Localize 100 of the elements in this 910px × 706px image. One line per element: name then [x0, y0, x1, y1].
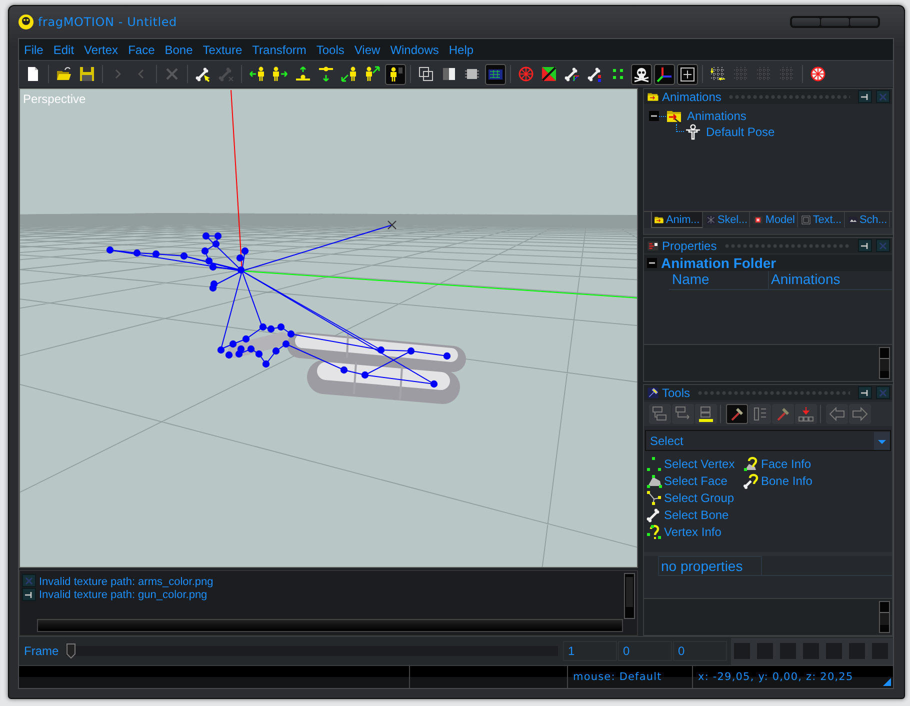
- menu-item[interactable]: Bone: [160, 39, 198, 60]
- mode-dropdown[interactable]: Select: [645, 430, 891, 451]
- folder-arrow-icon: [666, 108, 682, 124]
- tree-item-label[interactable]: Animations: [687, 109, 746, 123]
- figure-right-arrow-icon[interactable]: [272, 66, 288, 82]
- split-triangle-icon[interactable]: [541, 66, 557, 82]
- smiley-logo-icon: [18, 14, 34, 30]
- figure-icon: [685, 124, 701, 140]
- close-icon: [878, 388, 888, 398]
- figure-icon[interactable]: [384, 64, 406, 84]
- face-question-icon: [743, 456, 759, 472]
- menu-item[interactable]: Vertex: [79, 39, 124, 60]
- horizontal-scrollbar[interactable]: [37, 619, 623, 632]
- linked-boxes-icon: [652, 406, 668, 422]
- property-value[interactable]: Animations: [769, 271, 892, 289]
- panel-tab[interactable]: Sch...: [844, 212, 890, 228]
- arrow-left-icon: [828, 406, 844, 422]
- nested-square-icon: [753, 214, 764, 224]
- bone-axes-icon[interactable]: [564, 66, 580, 82]
- pin-icon: [860, 240, 870, 250]
- tool-item[interactable]: Select Vertex: [646, 455, 735, 472]
- collapse-toggle-icon[interactable]: [649, 111, 659, 121]
- tool-item[interactable]: Select Bone: [646, 506, 729, 523]
- property-list-icon: [647, 240, 659, 252]
- open-folder-icon[interactable]: [56, 66, 72, 82]
- tool-item[interactable]: Face Info: [743, 455, 812, 472]
- panel-tab[interactable]: Model: [750, 212, 798, 228]
- bone-cursor-icon[interactable]: [195, 66, 211, 82]
- document-icon[interactable]: [25, 66, 41, 82]
- panel-title: Properties: [662, 238, 717, 252]
- pin-icon: [860, 388, 870, 398]
- question-mark-icon: [646, 524, 662, 540]
- bone-icon: [646, 506, 662, 522]
- hammer-icon: [728, 406, 744, 422]
- close-icon: [878, 240, 888, 250]
- figure-diagonal-arrow-icon[interactable]: [364, 66, 380, 82]
- menu-item[interactable]: View: [349, 39, 386, 60]
- hammer-icon: [774, 406, 790, 422]
- collapse-toggle-icon[interactable]: [647, 258, 657, 268]
- face-icon: [646, 472, 662, 488]
- bone-question-icon: [743, 472, 759, 488]
- menu-item[interactable]: Texture: [198, 39, 248, 60]
- coordinates-status: x: -29,05, y: 0,00, z: 20,25: [697, 670, 854, 685]
- slider-thumb[interactable]: [66, 643, 76, 659]
- pin-icon: [24, 590, 34, 600]
- bone-squares-icon[interactable]: [587, 66, 603, 82]
- crosshair-square-icon[interactable]: [676, 64, 698, 84]
- tool-button[interactable]: [694, 404, 716, 424]
- frame-field[interactable]: 1: [563, 641, 617, 661]
- tool-item[interactable]: Bone Info: [743, 472, 812, 489]
- panel-title: Animations: [662, 90, 722, 104]
- dotted-star-icon: [706, 214, 716, 224]
- vertical-scrollbar[interactable]: [624, 573, 635, 619]
- stacked-squares-icon[interactable]: [418, 66, 434, 82]
- menu-item[interactable]: Edit: [48, 39, 80, 60]
- grid-arrows-icon[interactable]: [710, 66, 726, 82]
- dots-icon[interactable]: [610, 66, 626, 82]
- axes-icon[interactable]: [654, 64, 674, 84]
- resize-grip-icon[interactable]: [883, 678, 891, 686]
- figure-diagonal-arrow-icon[interactable]: [341, 66, 357, 82]
- chip-icon[interactable]: [464, 66, 480, 82]
- skull-icon[interactable]: [630, 64, 652, 84]
- vertical-scrollbar[interactable]: [879, 347, 890, 379]
- frame-field[interactable]: 0: [618, 641, 672, 661]
- panel-tab[interactable]: Anim...: [651, 212, 703, 228]
- menu-item[interactable]: Help: [444, 39, 479, 60]
- tool-item[interactable]: Select Face: [646, 472, 728, 489]
- pin-button[interactable]: [858, 386, 872, 399]
- tree-item-label[interactable]: Default Pose: [706, 125, 775, 139]
- menu-item[interactable]: Tools: [311, 39, 350, 60]
- vertical-scrollbar[interactable]: [879, 601, 890, 633]
- frame-label: Frame: [24, 644, 60, 658]
- figure-up-arrow-icon[interactable]: [295, 66, 311, 82]
- frame-slider[interactable]: [66, 643, 558, 659]
- tool-button[interactable]: [726, 404, 748, 424]
- dotted-squares-icon: [800, 214, 811, 224]
- wheel-icon[interactable]: [810, 66, 826, 82]
- grid-chip-icon[interactable]: [484, 64, 506, 84]
- pin-button[interactable]: [22, 588, 36, 601]
- tool-item[interactable]: Select Group: [646, 489, 734, 506]
- panel-tab[interactable]: Text...: [798, 212, 845, 228]
- menu-item[interactable]: Face: [123, 39, 160, 60]
- column-lines-icon: [752, 406, 768, 422]
- pin-button[interactable]: [858, 239, 872, 252]
- mouse-status: mouse: Default: [568, 666, 693, 688]
- panel-tab[interactable]: Skel...: [702, 212, 750, 228]
- arrow-right-icon: [852, 406, 868, 422]
- half-square-icon[interactable]: [441, 66, 457, 82]
- panel-title: Tools: [662, 386, 690, 400]
- frame-field[interactable]: 0: [673, 641, 727, 661]
- figure-down-arrow-icon[interactable]: [318, 66, 334, 82]
- menu-item[interactable]: File: [19, 39, 48, 60]
- menu-item[interactable]: Windows: [385, 39, 444, 60]
- property-group-title: Animation Folder: [661, 255, 776, 271]
- log-line: Invalid texture path: gun_color.png: [39, 589, 208, 602]
- pin-button[interactable]: [858, 90, 872, 103]
- folder-icon: [654, 214, 664, 224]
- tool-item[interactable]: Vertex Info: [646, 523, 722, 540]
- figure-left-arrow-icon[interactable]: [249, 66, 265, 82]
- menu-item[interactable]: Transform: [247, 39, 312, 60]
